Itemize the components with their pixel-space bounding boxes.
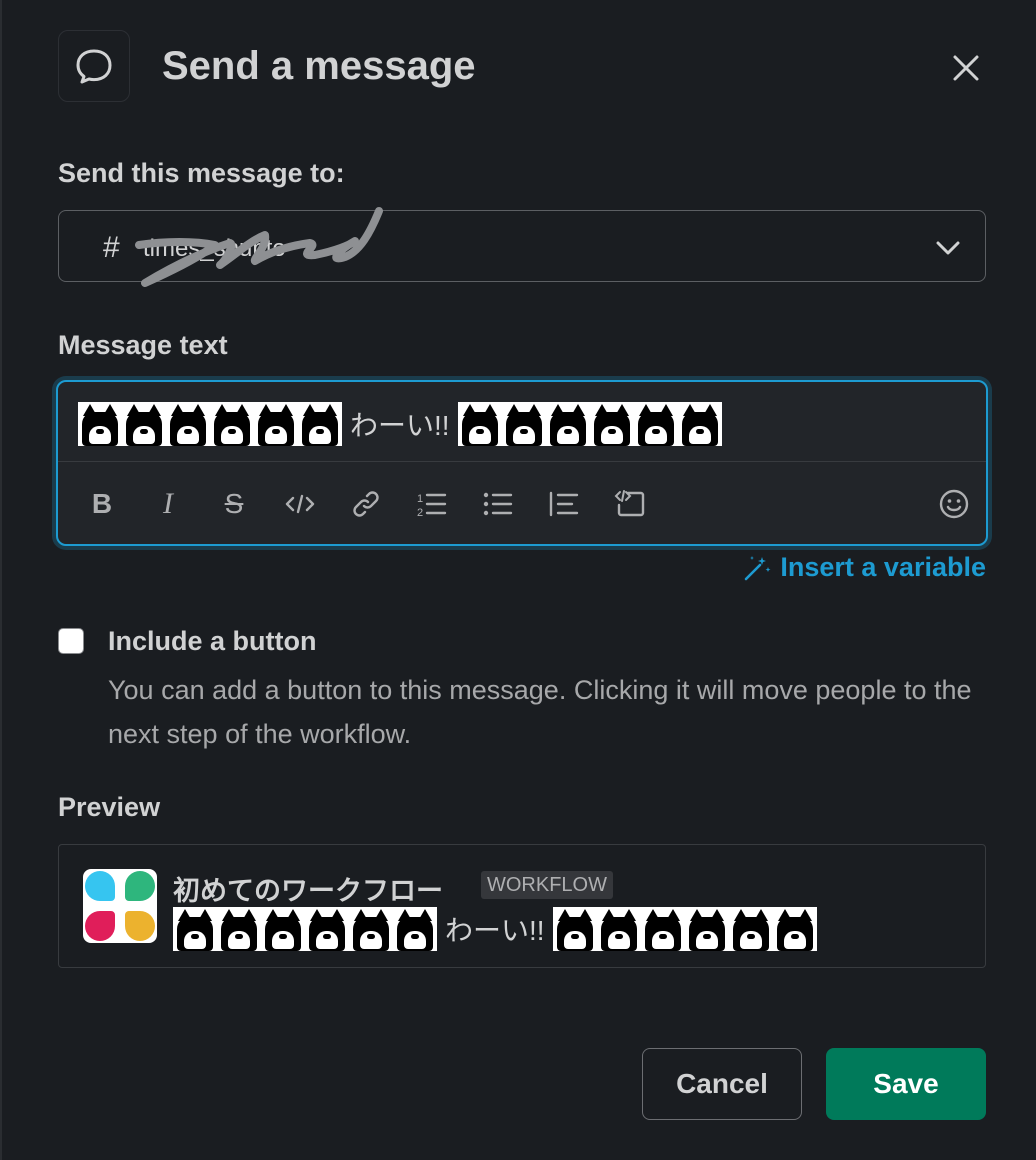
formatting-toolbar: B I S 12 [80, 482, 969, 526]
message-editor[interactable]: わーい!! B I S 12 [56, 380, 988, 546]
cat-face-emoji [552, 907, 597, 951]
preview-emoji-group-left [173, 907, 437, 951]
preview-app-name: 初めてのワークフロー [173, 876, 443, 907]
insert-variable-label: Insert a variable [780, 552, 986, 582]
channel-select[interactable]: # times_shunto [58, 207, 986, 287]
message-input[interactable]: わーい!! [78, 402, 722, 446]
send-to-label: Send this message to: [58, 158, 345, 188]
message-bubble-icon [58, 30, 130, 102]
cat-face-emoji [589, 402, 634, 446]
preview-label: Preview [58, 792, 161, 822]
editor-divider [58, 461, 986, 462]
italic-button[interactable]: I [146, 482, 190, 526]
message-text: わーい!! [350, 410, 450, 441]
cat-face-emoji [728, 907, 773, 951]
magic-wand-icon [745, 555, 771, 580]
cat-face-emoji [122, 402, 166, 446]
bulleted-list-button[interactable] [476, 482, 520, 526]
include-button-checkbox[interactable] [58, 628, 84, 654]
cat-face-emoji [261, 907, 305, 951]
bulleted-list-icon [483, 492, 513, 516]
ordered-list-button[interactable]: 12 [410, 482, 454, 526]
redaction-scribble [135, 207, 383, 287]
code-block-icon [614, 490, 645, 517]
cat-face-emoji [772, 907, 817, 951]
emoji-group-left [78, 402, 342, 446]
window-edge [0, 0, 2, 1160]
cat-face-emoji [677, 402, 722, 446]
preview-emoji-group-right [552, 907, 817, 951]
cat-face-emoji [217, 907, 261, 951]
chevron-down-icon [935, 235, 961, 266]
svg-text:2: 2 [417, 507, 423, 519]
message-preview: 初めてのワークフロー WORKFLOW わーい!! [58, 844, 986, 968]
workflow-app-icon [83, 869, 157, 943]
link-button[interactable] [344, 482, 388, 526]
channel-hash-icon: # [103, 231, 120, 264]
close-icon [953, 55, 979, 81]
code-block-button[interactable] [608, 482, 652, 526]
cat-face-emoji [173, 907, 217, 951]
cat-face-emoji [596, 907, 641, 951]
dialog-title: Send a message [162, 44, 476, 88]
cat-face-emoji [349, 907, 393, 951]
cancel-button[interactable]: Cancel [642, 1048, 802, 1120]
preview-text: わーい!! [445, 915, 545, 946]
cat-face-emoji [254, 402, 298, 446]
cat-face-emoji [166, 402, 210, 446]
cat-face-emoji [298, 402, 342, 446]
cat-face-emoji [210, 402, 254, 446]
cat-face-emoji [457, 402, 502, 446]
code-button[interactable] [278, 482, 322, 526]
code-icon [285, 494, 315, 514]
emoji-button[interactable] [932, 482, 976, 526]
include-button-description: You can add a button to this message. Cl… [108, 675, 972, 749]
emoji-icon [939, 489, 969, 519]
emoji-group-right [457, 402, 722, 446]
bold-icon: B [91, 488, 113, 519]
ordered-list-icon: 12 [417, 493, 447, 519]
link-icon [353, 491, 379, 517]
cat-face-emoji [633, 402, 678, 446]
insert-variable-link[interactable]: Insert a variable [742, 552, 986, 583]
workflow-badge: WORKFLOW [481, 871, 613, 899]
preview-message: わーい!! [173, 907, 817, 951]
cat-face-emoji [684, 907, 729, 951]
italic-icon: I [163, 487, 173, 520]
message-text-label: Message text [58, 330, 228, 360]
cat-face-emoji [501, 402, 546, 446]
cat-face-emoji [305, 907, 349, 951]
save-button[interactable]: Save [826, 1048, 986, 1120]
svg-text:1: 1 [417, 493, 423, 505]
blockquote-icon [549, 491, 579, 517]
cat-face-emoji [640, 907, 685, 951]
strikethrough-icon: S [224, 488, 244, 519]
cat-face-emoji [393, 907, 437, 951]
strikethrough-button[interactable]: S [212, 482, 256, 526]
close-button[interactable] [944, 46, 988, 90]
blockquote-button[interactable] [542, 482, 586, 526]
cat-face-emoji [78, 402, 122, 446]
bold-button[interactable]: B [80, 482, 124, 526]
include-button-label: Include a button [108, 626, 317, 656]
cat-face-emoji [545, 402, 590, 446]
